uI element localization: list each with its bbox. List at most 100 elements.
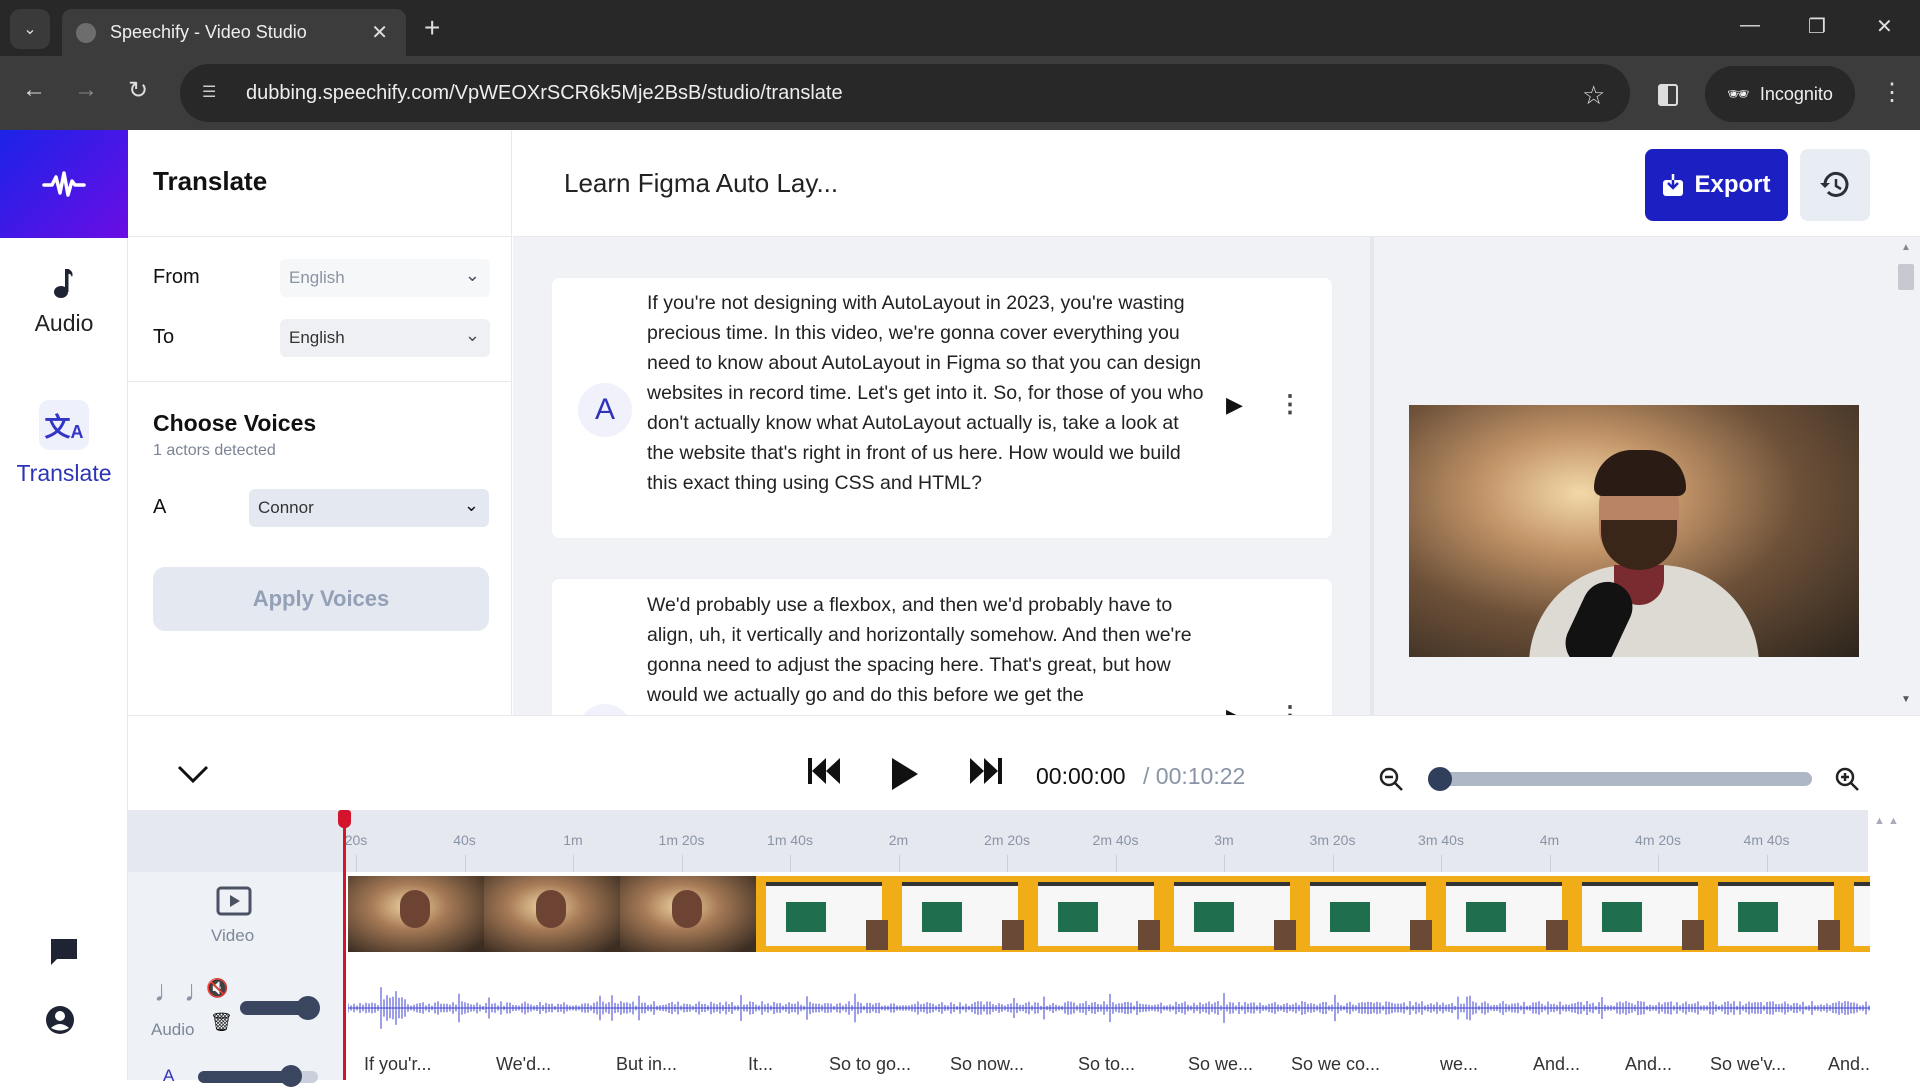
subtitle-segment[interactable]: It... — [748, 1054, 773, 1075]
account-icon[interactable] — [45, 1005, 75, 1040]
transcript-card[interactable]: A We'd probably use a flexbox, and then … — [551, 578, 1333, 738]
chevron-down-icon: ⌄ — [464, 265, 480, 285]
forward-button[interactable]: → — [74, 76, 98, 104]
ruler-tick-label: 4m 20s — [1635, 832, 1681, 848]
subtitle-segment[interactable]: And... — [1533, 1054, 1580, 1075]
translate-icon: 文A — [39, 400, 89, 450]
play-segment-icon[interactable]: ▶ — [1226, 392, 1243, 418]
subtitle-segment[interactable]: If you'r... — [364, 1054, 431, 1075]
divider — [128, 236, 512, 237]
export-button[interactable]: Export — [1645, 149, 1788, 221]
actor-voice-select[interactable]: Connor ⌄ — [249, 489, 489, 527]
subtitle-segment[interactable]: So we... — [1188, 1054, 1253, 1075]
collapse-timeline-icon[interactable] — [176, 760, 210, 791]
url-bar[interactable]: ☰ dubbing.speechify.com/VpWEOXrSCR6k5Mje… — [180, 64, 1630, 122]
mute-icon[interactable]: 🔇 — [206, 978, 228, 999]
subtitle-segment[interactable]: So we'v... — [1710, 1054, 1786, 1075]
timeline-scroll-arrows[interactable]: ▲ ▲ — [1874, 815, 1920, 835]
ruler-tick-label: 1m 40s — [767, 832, 813, 848]
playhead-handle[interactable] — [338, 810, 351, 828]
ruler-tick — [573, 855, 574, 872]
play-icon[interactable] — [890, 756, 920, 800]
audio-volume-slider[interactable] — [240, 996, 320, 1020]
reload-button[interactable]: ↻ — [128, 76, 148, 105]
subtitle-segment[interactable]: we... — [1440, 1054, 1478, 1075]
subtitle-segment[interactable]: We'd... — [496, 1054, 551, 1075]
ruler-tick-label: 1m 20s — [658, 832, 705, 848]
more-options-icon[interactable]: ⋮ — [1278, 390, 1302, 419]
subtitle-track[interactable]: If you'r... We'd... But in... It... So to go… — [348, 1052, 1870, 1080]
video-thumbnail — [1300, 876, 1436, 952]
video-thumbnail — [484, 876, 620, 952]
to-language-select[interactable]: English ⌄ — [280, 319, 490, 357]
video-track[interactable] — [348, 876, 1870, 952]
rail-item-audio[interactable]: Audio — [0, 266, 128, 337]
actor-label: A — [153, 496, 167, 518]
subtitle-segment[interactable]: And... — [1625, 1054, 1672, 1075]
ruler-tick-label: 3m 20s — [1309, 832, 1356, 848]
panel-title: Translate — [153, 166, 268, 196]
speaker-volume-handle[interactable] — [280, 1065, 302, 1087]
playhead[interactable] — [343, 810, 346, 1080]
content-scrollbar[interactable]: ▲ ▼ — [1896, 242, 1916, 712]
browser-menu-icon[interactable]: ⋮ — [1880, 78, 1904, 107]
subtitle-segment[interactable]: But in... — [616, 1054, 677, 1075]
transcript-card[interactable]: A If you're not designing with AutoLayou… — [551, 277, 1333, 539]
subtitle-segment[interactable]: So to... — [1078, 1054, 1135, 1075]
subtitle-segment[interactable]: So we co... — [1291, 1054, 1380, 1075]
project-title[interactable]: Learn Figma Auto Lay... — [564, 168, 838, 199]
subtitle-segment[interactable]: And... — [1828, 1054, 1870, 1075]
volume-slider-handle[interactable] — [296, 996, 320, 1020]
ruler-tick — [681, 855, 683, 872]
history-button[interactable] — [1800, 149, 1870, 221]
video-thumbnail — [620, 876, 756, 952]
rail-item-label: Translate — [16, 460, 112, 486]
zoom-slider-handle[interactable] — [1428, 767, 1452, 791]
ruler-tick-label: 2m 20s — [984, 832, 1030, 848]
apply-voices-button[interactable]: Apply Voices — [153, 567, 489, 631]
rail-item-translate[interactable]: 文A Translate — [0, 400, 128, 487]
minimize-button[interactable]: — — [1740, 14, 1760, 37]
ruler-tick-label: 2m 40s — [1092, 832, 1139, 848]
ruler-tick — [1549, 855, 1551, 872]
zoom-out-icon[interactable] — [1378, 766, 1404, 797]
video-preview[interactable] — [1409, 405, 1859, 657]
back-button[interactable]: ← — [22, 76, 46, 104]
subtitle-segment[interactable]: So now... — [950, 1054, 1024, 1075]
speaker-volume-slider[interactable] — [198, 1065, 318, 1087]
ruler-tick — [1332, 855, 1334, 872]
timeline-zoom-slider[interactable] — [1428, 767, 1812, 791]
audio-waveform-track[interactable] — [348, 970, 1870, 1046]
browser-tab-active[interactable]: Speechify - Video Studio ✕ — [62, 9, 406, 56]
close-window-button[interactable]: ✕ — [1876, 14, 1893, 39]
subtitle-segment[interactable]: So to go... — [829, 1054, 911, 1075]
skip-forward-icon[interactable] — [968, 756, 1004, 794]
scrollbar-thumb[interactable] — [1898, 264, 1914, 290]
close-tab-icon[interactable]: ✕ — [371, 20, 388, 45]
scroll-down-icon[interactable]: ▼ — [1901, 694, 1911, 705]
incognito-badge[interactable]: 🕶 Incognito — [1705, 66, 1855, 122]
chat-icon[interactable] — [48, 936, 80, 973]
from-language-select[interactable]: English ⌄ — [280, 259, 490, 297]
ruler-tick — [1115, 855, 1117, 872]
transcript-text[interactable]: If you're not designing with AutoLayout … — [647, 288, 1207, 498]
restore-button[interactable]: ❐ — [1808, 14, 1826, 39]
subtitle-track-label: A — [163, 1066, 175, 1085]
speechify-logo[interactable] — [0, 130, 128, 238]
site-settings-icon[interactable]: ☰ — [202, 82, 224, 104]
rail-item-label: Audio — [34, 310, 94, 336]
divider — [128, 381, 512, 382]
side-panel-icon[interactable] — [1658, 84, 1678, 106]
zoom-in-icon[interactable] — [1834, 766, 1860, 797]
scroll-up-icon[interactable]: ▲ — [1901, 242, 1911, 253]
pane-divider[interactable] — [1370, 237, 1374, 715]
skip-back-icon[interactable] — [806, 756, 842, 794]
timeline-ruler[interactable]: 20s 40s 1m 1m 20s 1m 40s 2m 2m 20s 2m 40s 3m 3m 2… — [128, 810, 1868, 872]
video-thumbnail — [1572, 876, 1708, 952]
delete-track-icon[interactable]: 🗑 — [210, 1012, 233, 1033]
bookmark-star-icon[interactable]: ☆ — [1582, 80, 1605, 111]
tab-search-button[interactable]: ⌄ — [10, 9, 50, 49]
ruler-tick — [1766, 855, 1768, 872]
transcript-text[interactable]: We'd probably use a flexbox, and then we… — [647, 590, 1207, 710]
new-tab-button[interactable]: + — [424, 12, 440, 44]
